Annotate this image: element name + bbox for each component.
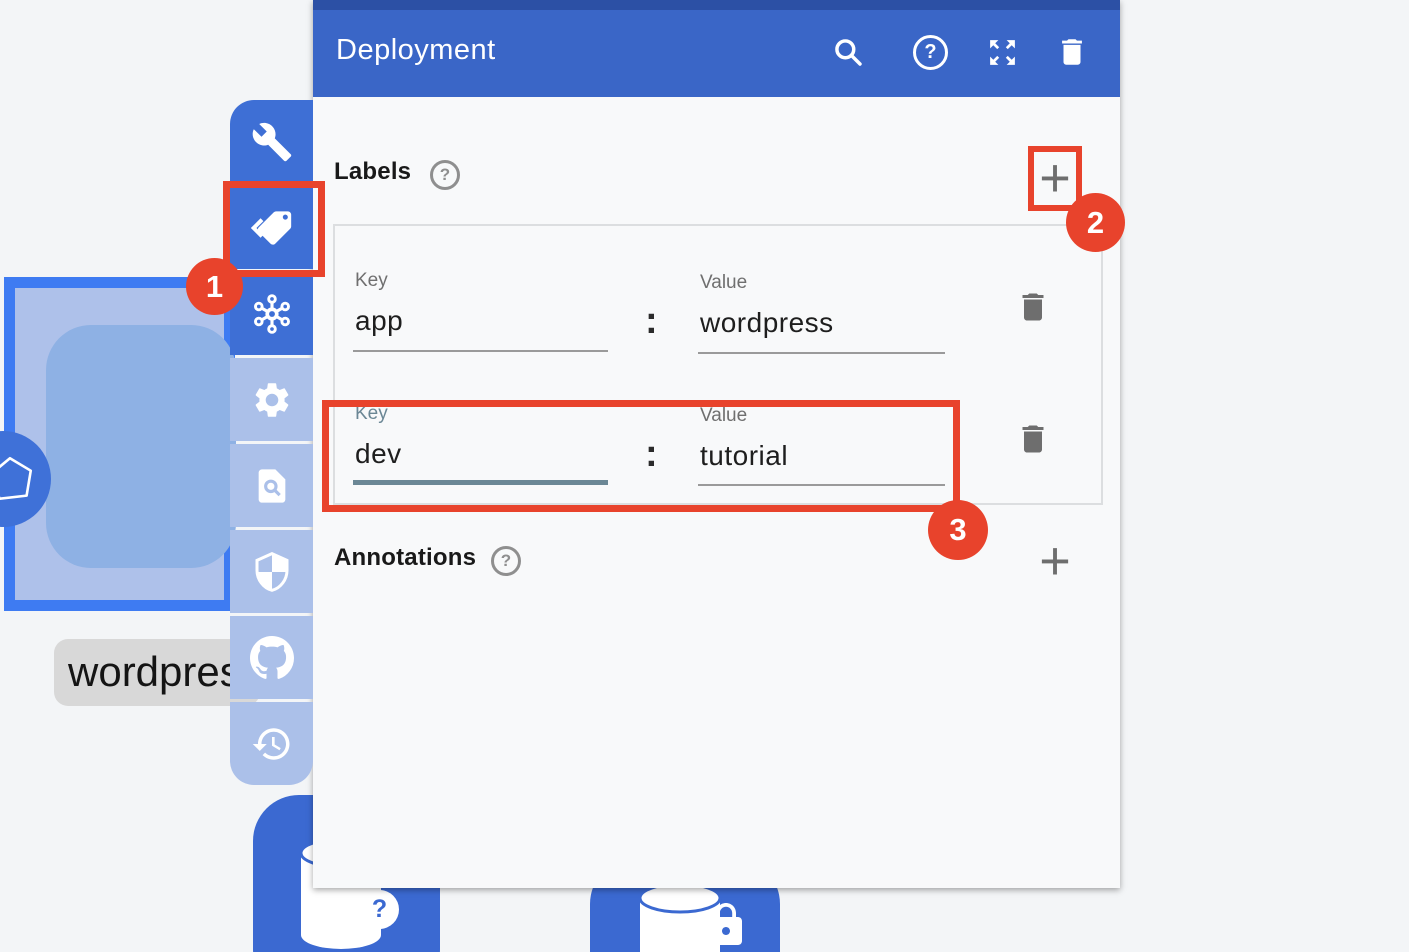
plus-icon: + [1039, 147, 1071, 209]
add-annotation-button[interactable]: + [1028, 530, 1082, 592]
add-label-button[interactable]: + [1028, 147, 1082, 209]
toolbar-item-configure[interactable] [230, 100, 313, 183]
pentagon-icon [0, 453, 37, 505]
expand-icon [986, 36, 1019, 69]
trash-icon [1015, 288, 1051, 326]
tags-icon [249, 208, 295, 248]
toolbar-item-inspect[interactable] [230, 444, 313, 527]
history-icon [251, 723, 293, 765]
key-field-value: app [355, 305, 615, 337]
plus-icon: + [1039, 530, 1071, 592]
trash-icon [1015, 420, 1051, 458]
value-field-value: tutorial [700, 440, 950, 472]
label-key-field[interactable]: Key dev [355, 403, 615, 470]
value-field-label: Value [700, 272, 950, 294]
wordpress-node-body [46, 325, 236, 568]
annotations-help-icon[interactable]: ? [491, 546, 521, 576]
lock-icon [702, 898, 750, 952]
hub-icon [250, 292, 294, 336]
annotations-section-title: Annotations [334, 544, 476, 572]
delete-button[interactable] [1055, 35, 1089, 69]
toolbar-item-settings[interactable] [230, 358, 313, 441]
toolbar-item-security[interactable] [230, 530, 313, 613]
toolbar-item-history[interactable] [230, 702, 313, 785]
search-icon [832, 36, 864, 68]
key-field-value: dev [355, 438, 615, 470]
search-button[interactable] [831, 35, 865, 69]
trash-icon [1055, 35, 1089, 69]
value-field-underline [698, 352, 945, 354]
delete-label-row-button[interactable] [1015, 420, 1053, 460]
key-field-underline [353, 480, 608, 485]
shield-icon [252, 551, 292, 593]
key-field-underline [353, 350, 608, 352]
panel-titlebar: Deployment ? [313, 0, 1120, 97]
value-field-value: wordpress [700, 307, 950, 339]
gear-icon [251, 379, 293, 421]
colon-separator: : [645, 433, 658, 476]
panel-title: Deployment [336, 34, 496, 67]
label-key-field[interactable]: Key app [355, 270, 615, 337]
labels-section-title: Labels [334, 158, 411, 186]
unknown-status-badge: ? [360, 890, 399, 929]
help-glyph: ? [440, 165, 450, 185]
value-field-underline [698, 484, 945, 486]
value-field-label: Value [700, 405, 950, 427]
toolbar-item-github[interactable] [230, 616, 313, 699]
toolbar-item-network[interactable] [230, 272, 313, 355]
expand-button[interactable] [985, 35, 1019, 69]
wrench-icon [251, 121, 293, 163]
deployment-panel: Deployment ? Labels [313, 0, 1120, 888]
label-value-field[interactable]: Value tutorial [700, 405, 950, 472]
label-value-field[interactable]: Value wordpress [700, 272, 950, 339]
labels-help-icon[interactable]: ? [430, 160, 460, 190]
github-icon [250, 636, 294, 680]
document-search-icon [252, 466, 292, 506]
key-field-label: Key [355, 403, 615, 425]
help-glyph: ? [501, 551, 511, 571]
help-glyph: ? [924, 41, 936, 64]
app-canvas: wordpress ? [0, 0, 1409, 952]
toolbar-item-labels[interactable] [230, 186, 313, 269]
help-button[interactable]: ? [913, 35, 948, 70]
key-field-label: Key [355, 270, 615, 292]
delete-label-row-button[interactable] [1015, 288, 1053, 328]
node-toolbar [230, 100, 313, 785]
colon-separator: : [645, 300, 658, 343]
